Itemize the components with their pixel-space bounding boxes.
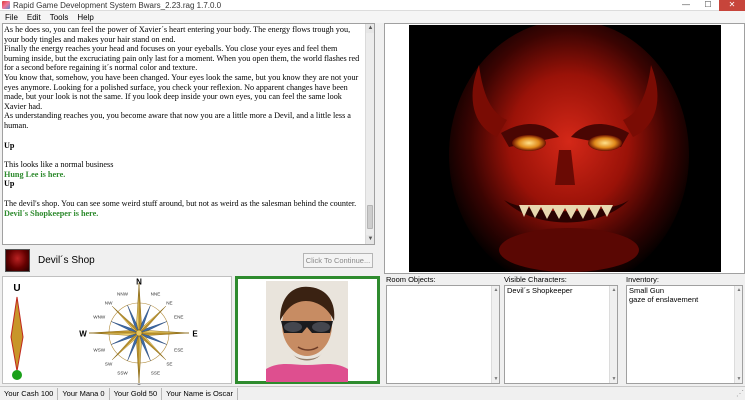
gauge-up-label: U [13,283,20,294]
story-paragraph [4,131,364,141]
character-present-text: Hung Lee is here. [4,169,66,179]
scene-image-panel [384,23,745,274]
compass-label-nnw: NNW [117,291,129,296]
compass-label-ene: ENE [174,315,183,320]
room-objects-list[interactable]: ▲ ▼ [386,285,500,384]
compass-label-w: W [79,330,87,339]
app-icon [2,1,10,9]
location-bar: Devil´s Shop Click To Continue... [2,248,375,273]
status-mana: Your Mana 0 [58,387,110,400]
level-gauge: U [10,283,24,380]
navigation-panel: U N NNE NE ENE E ESE SE SSE S SSW SW WSW W WNW NW NNW [2,276,232,386]
menu-edit[interactable]: Edit [24,13,47,22]
compass-label-wsw: WSW [93,347,105,352]
minimize-button[interactable]: — [675,0,697,11]
character-present-text: Devil´s Shopkeeper is here. [4,208,99,218]
scroll-up-icon[interactable]: ▲ [366,24,374,33]
compass-rose[interactable]: N NNE NE ENE E ESE SE SSE S SSW SW WSW W WNW NW NNW [69,277,209,386]
list-item[interactable]: gaze of enslavement [627,295,742,304]
status-gold: Your Gold 50 [110,387,163,400]
scroll-down-icon[interactable]: ▼ [610,375,617,383]
story-paragraph: You know that, somehow, you have been ch… [4,72,359,111]
inventory-panel: Inventory: Small Gun gaze of enslavement… [624,274,745,386]
location-name: Devil´s Shop [38,255,95,266]
story-paragraph [4,189,364,199]
gauge-dot-icon[interactable] [12,370,22,380]
compass-label-wnw: WNW [93,315,106,320]
close-button[interactable]: ✕ [719,0,745,11]
exit-direction-text[interactable]: Up [4,141,364,151]
maximize-button[interactable]: ☐ [697,0,719,11]
inventory-list[interactable]: Small Gun gaze of enslavement ▲ ▼ [626,285,743,384]
status-bar: Your Cash 100 Your Mana 0 Your Gold 50 Y… [0,386,745,400]
compass-label-n: N [136,278,142,287]
character-portrait-panel [235,276,380,384]
visible-characters-list[interactable]: Devil´s Shopkeeper ▲ ▼ [504,285,618,384]
exit-direction-text[interactable]: Up [4,179,364,189]
room-objects-scrollbar[interactable]: ▲ ▼ [491,286,499,383]
resize-grip-icon[interactable]: ⋰ [734,389,744,399]
status-name: Your Name is Oscar [162,387,238,400]
story-scrollbar[interactable]: ▲ ▼ [365,24,374,244]
compass-label-nne: NNE [151,291,161,296]
menu-help[interactable]: Help [74,13,99,22]
compass-label-ne: NE [166,301,172,306]
room-objects-panel: Room Objects: ▲ ▼ [384,274,502,386]
window-controls: — ☐ ✕ [675,0,745,11]
scroll-up-icon[interactable]: ▲ [735,286,742,294]
compass-label-sw: SW [105,361,113,366]
story-panel: As he does so, you can feel the power of… [2,23,375,245]
player-portrait-image [266,281,348,382]
menu-tools[interactable]: Tools [47,13,75,22]
story-paragraph: Finally the energy reaches your head and… [4,44,360,73]
compass-label-ese: ESE [174,347,183,352]
title-bar: Rapid Game Development System Bwars_2.23… [0,0,745,11]
continue-button[interactable]: Click To Continue... [303,253,373,268]
story-paragraph: As understanding reaches you, you become… [4,111,351,130]
location-thumbnail [5,249,30,272]
list-item[interactable]: Small Gun [627,286,742,295]
window-title: Rapid Game Development System Bwars_2.23… [13,0,222,10]
list-item[interactable]: Devil´s Shopkeeper [505,286,617,295]
compass-star-icon [88,282,190,384]
compass-label-ssw: SSW [117,371,128,376]
compass-label-nw: NW [105,301,113,306]
inventory-scrollbar[interactable]: ▲ ▼ [734,286,742,383]
inventory-label: Inventory: [626,275,659,284]
visible-characters-scrollbar[interactable]: ▲ ▼ [609,286,617,383]
compass-label-e: E [192,330,198,339]
scroll-down-icon[interactable]: ▼ [735,375,742,383]
visible-characters-label: Visible Characters: [504,275,567,284]
menu-bar: File Edit Tools Help [0,11,745,23]
story-paragraph: This looks like a normal business [4,160,114,170]
scroll-up-icon[interactable]: ▲ [610,286,617,294]
room-objects-label: Room Objects: [386,275,436,284]
story-paragraph [4,150,364,160]
story-text: As he does so, you can feel the power of… [4,25,364,243]
bottom-area: U N NNE NE ENE E ESE SE SSE S SSW SW WSW W WNW NW NNW R… [0,274,745,386]
scroll-up-icon[interactable]: ▲ [492,286,499,294]
scroll-down-icon[interactable]: ▼ [492,375,499,383]
scroll-down-icon[interactable]: ▼ [366,235,374,244]
status-cash: Your Cash 100 [0,387,59,400]
scrollbar-thumb[interactable] [367,205,373,229]
compass-label-sse: SSE [151,371,160,376]
visible-characters-panel: Visible Characters: Devil´s Shopkeeper ▲… [502,274,620,386]
gauge-needle-icon [10,296,24,372]
story-paragraph: The devil's shop. You can see some weird… [4,198,357,208]
compass-label-se: SE [166,361,172,366]
devil-portrait-image [408,25,721,272]
compass-label-s: S [136,384,142,386]
menu-file[interactable]: File [2,13,24,22]
story-paragraph: As he does so, you can feel the power of… [4,25,351,44]
